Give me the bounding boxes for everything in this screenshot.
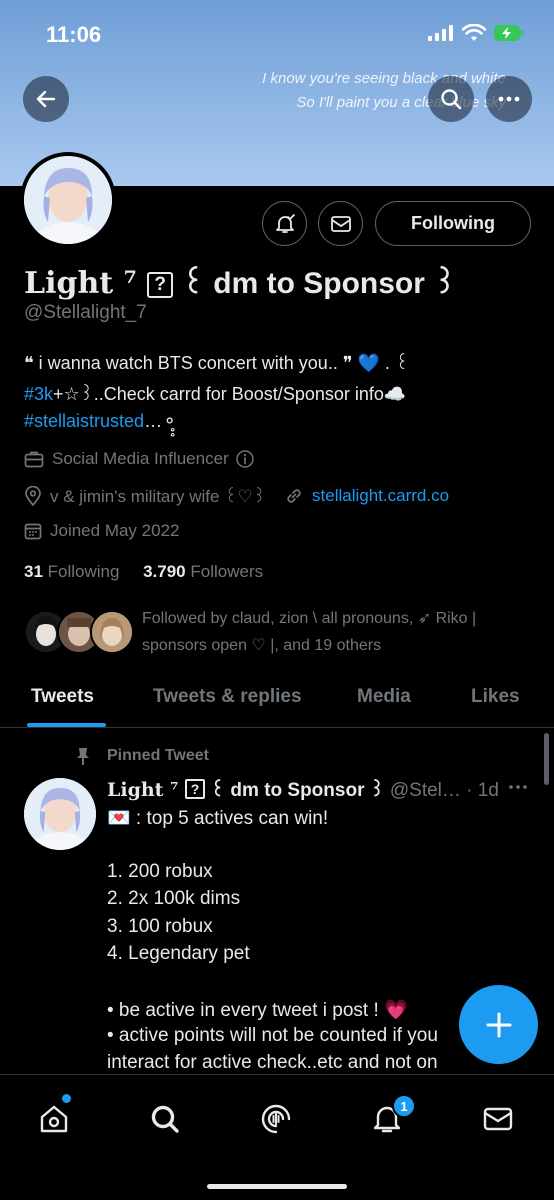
- scrollbar[interactable]: [544, 733, 549, 785]
- tweet-author-avatar[interactable]: [24, 778, 96, 850]
- follower-avatar-3: [90, 610, 134, 654]
- question-box-icon: ?: [147, 272, 174, 298]
- display-name-prefix: Light ⁷: [24, 266, 148, 301]
- more-options-button[interactable]: [486, 76, 532, 122]
- tweet-text-line: 💌 : top 5 actives can win!: [107, 808, 329, 829]
- bio-line-1: ❝ i wanna watch BTS concert with you.. ❞…: [24, 353, 409, 373]
- following-count-link[interactable]: 31 Following: [24, 562, 119, 581]
- bio-line-3: #stellaistrusted…⚬̥̥: [24, 411, 177, 432]
- followers-count-label: Followers: [190, 562, 264, 581]
- more-horizontal-icon: [498, 96, 520, 102]
- notification-count-badge: 1: [392, 1094, 416, 1118]
- wifi-icon: [462, 24, 486, 41]
- follow-counts: 31 Following 3.790 Followers: [24, 562, 263, 582]
- nav-messages[interactable]: [478, 1099, 518, 1139]
- tweet-text-line: interact for active check..etc and not o…: [107, 1052, 438, 1073]
- nav-search[interactable]: [145, 1099, 185, 1139]
- hashtag-stellaistrusted-link[interactable]: #stellaistrusted: [24, 411, 144, 431]
- following-button[interactable]: Following: [375, 201, 531, 246]
- avatar-image: [24, 156, 112, 244]
- banner-lyric-line2: So I'll paint you a clear blue sky: [296, 94, 506, 111]
- arrow-left-icon: [36, 90, 56, 108]
- followers-count: 3.790: [143, 562, 186, 581]
- joined-label: Joined May 2022: [50, 521, 180, 540]
- tweet-text-line: • be active in every tweet i post ! 💗: [107, 1000, 408, 1021]
- tweet-text-line: 4. Legendary pet: [107, 943, 250, 964]
- tweet-avatar-image: [24, 778, 96, 850]
- signal-icon: [428, 25, 453, 41]
- followers-count-link[interactable]: 3.790 Followers: [143, 562, 263, 581]
- bio-line-2: #3k+☆꒱..Check carrd for Boost/Sponsor in…: [24, 382, 406, 405]
- spaces-icon: [261, 1104, 291, 1134]
- tweet-more-icon[interactable]: [508, 784, 528, 790]
- tweet-text-line: 3. 100 robux: [107, 916, 213, 937]
- followed-by-text[interactable]: Followed by claud, zion \ all pronouns, …: [142, 605, 537, 659]
- home-icon: [40, 1105, 68, 1133]
- profile-tabs: Tweets Tweets & replies Media Likes: [0, 666, 554, 728]
- pinned-tweet-label: Pinned Tweet: [107, 747, 209, 764]
- plus-icon: [486, 1012, 511, 1037]
- display-name-suffix: ꒰ dm to Sponsor ꒱: [173, 267, 457, 300]
- tab-media[interactable]: Media: [357, 686, 411, 708]
- search-button[interactable]: [428, 76, 474, 122]
- tab-likes[interactable]: Likes: [471, 686, 520, 708]
- profile-avatar[interactable]: [20, 152, 116, 248]
- location-label: v & jimin's military wife ꒰♡꒱: [50, 487, 267, 506]
- followed-by-avatars[interactable]: [24, 610, 134, 656]
- calendar-icon: [24, 523, 42, 540]
- battery-charging-icon: [494, 25, 523, 41]
- back-button[interactable]: [23, 76, 69, 122]
- message-button[interactable]: [318, 201, 363, 246]
- profile-location-row: v & jimin's military wife ꒰♡꒱ stellaligh…: [24, 485, 449, 507]
- tweet-header[interactable]: Light ⁷ ? ꒰ dm to Sponsor ꒱ @Stel… · 1d: [107, 776, 499, 802]
- hashtag-3k-link[interactable]: #3k: [24, 384, 53, 404]
- tweet-author-suffix: ꒰ dm to Sponsor ꒱: [205, 780, 385, 801]
- status-bar: 11:06: [0, 0, 554, 70]
- bio-line-3-text: …⚬̥̥: [144, 411, 178, 431]
- info-icon[interactable]: [235, 449, 255, 469]
- status-time: 11:06: [46, 22, 102, 47]
- tweet-question-box-icon: ?: [185, 779, 206, 799]
- nav-spaces[interactable]: [256, 1099, 296, 1139]
- tab-tweets[interactable]: Tweets: [31, 686, 94, 708]
- active-tab-indicator: [27, 723, 106, 727]
- home-indicator[interactable]: [207, 1184, 347, 1189]
- tweet-text-line: 1. 200 robux: [107, 861, 213, 882]
- location-pin-icon: [25, 486, 41, 506]
- tab-tweets-and-replies[interactable]: Tweets & replies: [153, 686, 302, 708]
- category-label: Social Media Influencer: [52, 449, 229, 468]
- display-name: Light ⁷ ? ꒰ dm to Sponsor ꒱: [24, 262, 457, 301]
- bell-check-icon: [275, 213, 295, 233]
- profile-category: Social Media Influencer: [24, 449, 263, 469]
- following-count: 31: [24, 562, 43, 581]
- following-count-label: Following: [47, 562, 120, 581]
- search-icon: [441, 89, 462, 110]
- home-unread-dot: [62, 1094, 71, 1103]
- tweet-text-line: • active points will not be counted if y…: [107, 1025, 438, 1046]
- profile-joined: Joined May 2022: [24, 521, 179, 541]
- compose-tweet-button[interactable]: [459, 985, 538, 1064]
- pin-icon: [77, 748, 89, 765]
- website-link[interactable]: stellalight.carrd.co: [312, 486, 449, 506]
- search-nav-icon: [151, 1105, 179, 1133]
- link-icon: [287, 489, 301, 503]
- envelope-icon: [330, 215, 351, 232]
- notifications-toggle-button[interactable]: [262, 201, 307, 246]
- profile-handle: @Stellalight_7: [24, 302, 147, 323]
- tweet-author-prefix: Light ⁷: [107, 779, 186, 801]
- tweet-handle-time: @Stel… · 1d: [384, 780, 499, 801]
- briefcase-icon: [24, 451, 44, 468]
- bio-line-2-text: +☆꒱..Check carrd for Boost/Sponsor info☁…: [53, 384, 407, 404]
- status-icons: [428, 24, 524, 42]
- envelope-nav-icon: [483, 1107, 513, 1131]
- tweet-text-line: 2. 2x 100k dims: [107, 888, 241, 909]
- bottom-navigation: [0, 1074, 554, 1200]
- nav-home[interactable]: [34, 1099, 74, 1139]
